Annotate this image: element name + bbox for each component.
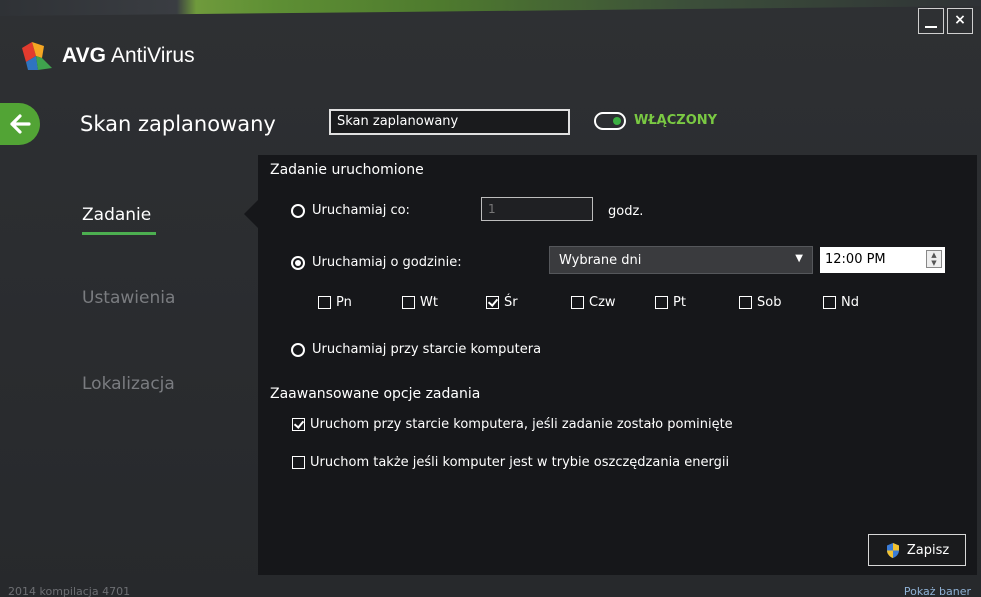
run-every-hours-input[interactable]: 1 (481, 197, 593, 221)
run-at-radio[interactable] (291, 255, 305, 270)
run-on-startup-option[interactable]: Uruchamiaj przy starcie komputera (291, 342, 541, 357)
day-label: Pn (336, 295, 352, 310)
page-title: Skan zaplanowany (80, 112, 276, 136)
day-label: Śr (504, 295, 518, 310)
close-button[interactable]: × (947, 8, 973, 34)
app-window: × AVG AntiVirus Skan zaplanowany Skan zap… (0, 0, 981, 597)
scan-name-input[interactable]: Skan zaplanowany (329, 109, 570, 135)
checkbox-icon[interactable] (571, 296, 584, 309)
panel-pointer (244, 200, 258, 228)
time-input[interactable]: 12:00 PM ▲ ▼ (820, 247, 945, 273)
day-label: Wt (420, 295, 438, 310)
run-on-startup-label: Uruchamiaj przy starcie komputera (312, 342, 542, 357)
run-every-radio[interactable] (291, 203, 305, 218)
day-checkbox-sob[interactable]: Sob (739, 295, 781, 310)
back-arrow-icon (10, 114, 31, 134)
advanced-option-power-saving[interactable]: Uruchom także jeśli komputer jest w tryb… (292, 455, 729, 470)
app-name: AVG AntiVirus (62, 44, 195, 68)
avg-logo-icon (22, 42, 52, 70)
time-spinner[interactable]: ▲ ▼ (926, 250, 942, 268)
run-at-option[interactable]: Uruchamiaj o godzinie: (291, 255, 462, 270)
save-label: Zapisz (906, 542, 950, 558)
run-every-unit: godz. (608, 204, 644, 219)
days-select-value: Wybrane dni (559, 253, 642, 268)
advanced-section-title: Zaawansowane opcje zadania (270, 386, 481, 402)
advanced-option-missed[interactable]: Uruchom przy starcie komputera, jeśli za… (292, 417, 733, 432)
days-select[interactable]: Wybrane dni ▼ (549, 246, 813, 274)
task-section-title: Zadanie uruchomione (270, 162, 424, 178)
run-every-option[interactable]: Uruchamiaj co: (291, 203, 410, 218)
save-button[interactable]: Zapisz (868, 534, 966, 566)
show-banner-link[interactable]: Pokaż baner (904, 585, 971, 597)
checkbox-icon[interactable] (318, 296, 331, 309)
run-every-label: Uruchamiaj co: (312, 203, 410, 218)
product-name: AntiVirus (110, 44, 195, 67)
advanced-option-missed-label: Uruchom przy starcie komputera, jeśli za… (310, 417, 733, 432)
advanced-option-power-saving-label: Uruchom także jeśli komputer jest w tryb… (310, 455, 730, 470)
enabled-toggle[interactable] (594, 112, 626, 130)
day-checkbox-pt[interactable]: Pt (655, 295, 686, 310)
brand-name: AVG (62, 44, 106, 67)
shield-icon (886, 542, 899, 558)
run-at-label: Uruchamiaj o godzinie: (312, 255, 462, 270)
checkbox-checked-icon[interactable] (486, 296, 499, 309)
title-bar-accent (0, 0, 981, 16)
enabled-toggle-label: WŁĄCZONY (634, 113, 718, 128)
day-checkbox-wt[interactable]: Wt (402, 295, 438, 310)
run-on-startup-radio[interactable] (291, 342, 305, 357)
day-label: Pt (673, 295, 686, 310)
checkbox-checked-icon[interactable] (292, 418, 305, 431)
checkbox-icon[interactable] (823, 296, 836, 309)
day-checkbox-pn[interactable]: Pn (318, 295, 352, 310)
day-checkbox-nd[interactable]: Nd (823, 295, 859, 310)
checkbox-icon[interactable] (402, 296, 415, 309)
checkbox-icon[interactable] (292, 456, 305, 469)
checkbox-icon[interactable] (739, 296, 752, 309)
status-bar: 2014 kompilacja 4701 Pokaż baner (0, 582, 981, 597)
sidebar-item-ustawienia[interactable]: Ustawienia (82, 288, 175, 308)
day-label: Sob (757, 295, 782, 310)
day-label: Nd (841, 295, 859, 310)
sidebar-item-zadanie[interactable]: Zadanie (82, 205, 157, 235)
back-button[interactable] (0, 103, 40, 145)
minimize-button[interactable] (918, 8, 944, 34)
build-number: 2014 kompilacja 4701 (8, 585, 131, 597)
day-label: Czw (589, 295, 616, 310)
checkbox-icon[interactable] (655, 296, 668, 309)
sidebar-item-lokalizacja[interactable]: Lokalizacja (82, 374, 175, 394)
chevron-down-icon: ▼ (795, 253, 803, 264)
day-checkbox-czw[interactable]: Czw (571, 295, 616, 310)
day-checkbox-sr[interactable]: Śr (486, 295, 518, 310)
time-value: 12:00 PM (825, 252, 886, 267)
